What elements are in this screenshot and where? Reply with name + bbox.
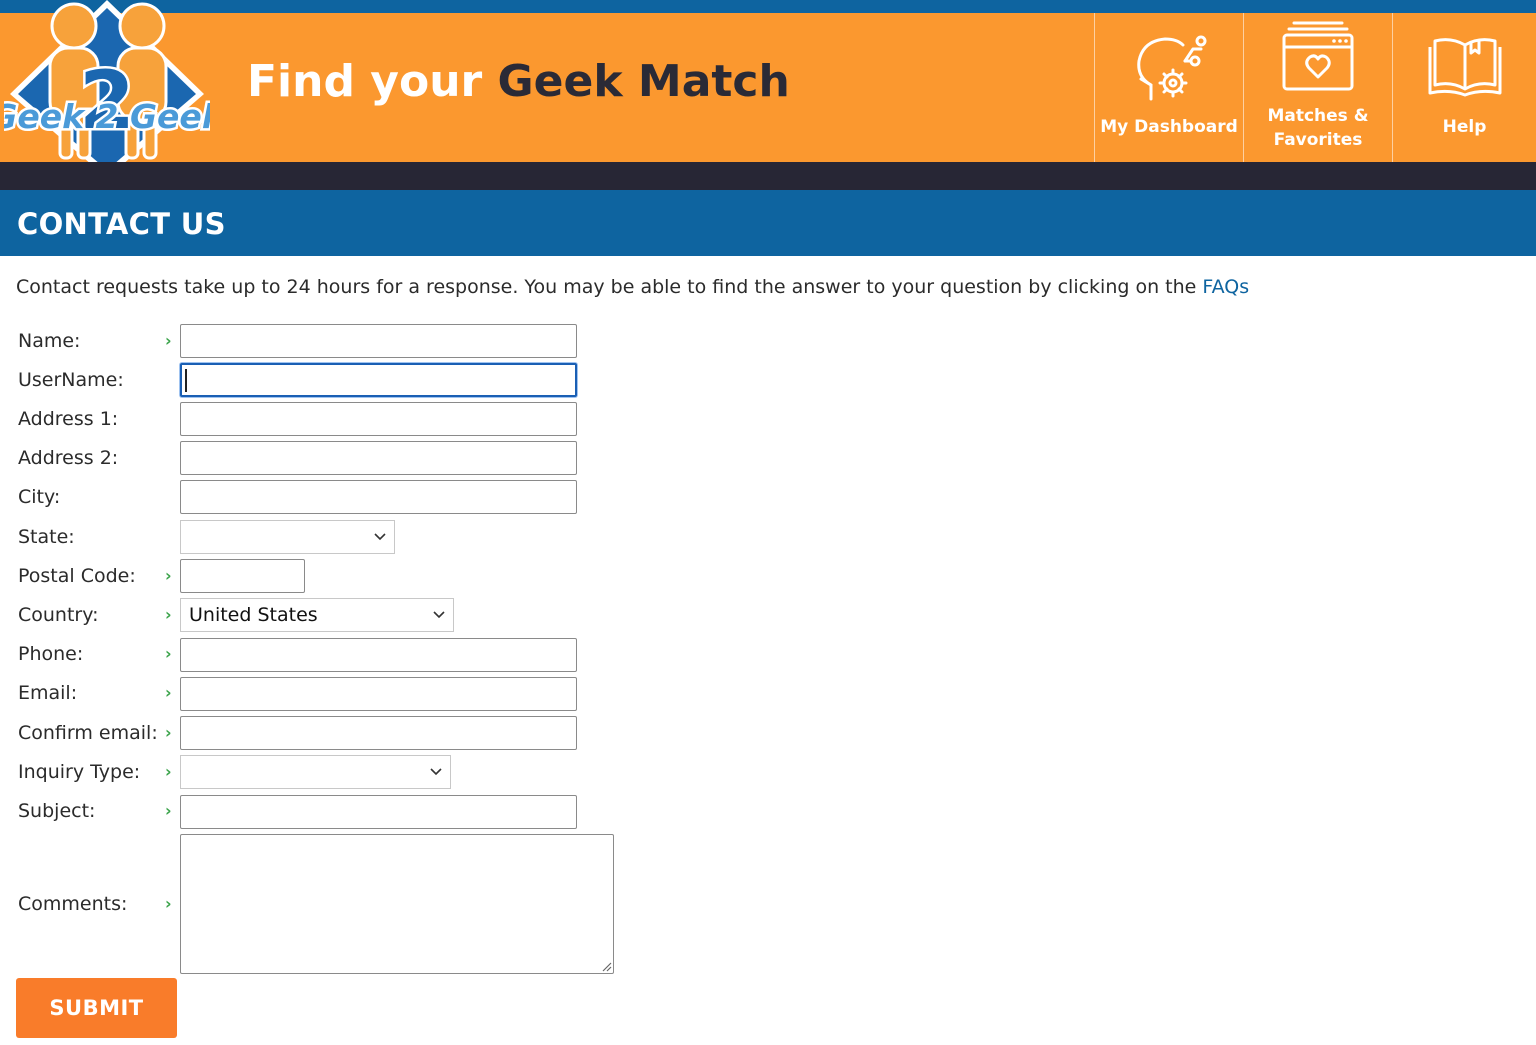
nav-matches-label-line-2: Favorites	[1273, 130, 1363, 150]
city-label: City:	[18, 486, 61, 508]
open-book-icon	[1428, 38, 1501, 97]
nav-help[interactable]: Help	[1392, 13, 1536, 162]
page-title-bar: CONTACT US	[0, 190, 1536, 256]
state-select[interactable]	[180, 520, 395, 554]
address1-label: Address 1:	[18, 408, 119, 430]
confirm-email-input[interactable]	[180, 716, 577, 750]
country-selected-value: United States	[189, 604, 318, 626]
dark-divider-bar	[0, 162, 1536, 190]
headline: Find your Geek Match	[247, 60, 790, 104]
page-title: CONTACT US	[17, 207, 226, 241]
country-select[interactable]: United States	[180, 598, 454, 632]
username-label: UserName:	[18, 369, 124, 391]
comments-textarea[interactable]	[180, 834, 614, 974]
nav-my-dashboard[interactable]: My Dashboard	[1094, 13, 1243, 162]
headline-part-1: Find your	[247, 56, 483, 107]
chevron-down-icon	[430, 768, 442, 776]
postal-code-input[interactable]	[180, 559, 305, 593]
required-marker: ›	[165, 762, 172, 781]
address2-input[interactable]	[180, 441, 577, 475]
subject-input[interactable]	[180, 795, 577, 829]
intro-body: Contact requests take up to 24 hours for…	[16, 276, 1203, 298]
postal-code-label: Postal Code:	[18, 565, 136, 587]
required-marker: ›	[165, 644, 172, 663]
geek2geek-logo[interactable]: 2 Geek 2 Geek	[4, 0, 210, 182]
top-accent-strip	[0, 0, 1536, 13]
nav-my-dashboard-label: My Dashboard	[1100, 117, 1238, 137]
text-cursor	[185, 369, 187, 392]
submit-button[interactable]: SUBMIT	[16, 978, 177, 1038]
required-marker: ›	[165, 894, 172, 913]
svg-text:Geek 2 Geek: Geek 2 Geek	[4, 97, 210, 136]
nav-help-label: Help	[1442, 117, 1487, 137]
name-label: Name:	[18, 330, 81, 352]
address2-label: Address 2:	[18, 447, 119, 469]
headline-part-2: Geek Match	[497, 56, 790, 107]
required-marker: ›	[165, 801, 172, 820]
city-input[interactable]	[180, 480, 577, 514]
nav-matches-favorites[interactable]: Matches & Favorites	[1243, 13, 1392, 162]
phone-input[interactable]	[180, 638, 577, 672]
intro-text: Contact requests take up to 24 hours for…	[16, 276, 1249, 298]
inquiry-type-label: Inquiry Type:	[18, 761, 141, 783]
required-marker: ›	[165, 331, 172, 350]
email-label: Email:	[18, 682, 78, 704]
comments-label: Comments:	[18, 893, 128, 915]
country-label: Country:	[18, 604, 99, 626]
phone-label: Phone:	[18, 643, 84, 665]
subject-label: Subject:	[18, 800, 96, 822]
username-input[interactable]	[180, 363, 577, 397]
required-marker: ›	[165, 683, 172, 702]
chevron-down-icon	[433, 611, 445, 619]
head-gear-icon	[1137, 35, 1207, 101]
resize-grip-icon[interactable]	[600, 960, 612, 972]
address1-input[interactable]	[180, 402, 577, 436]
name-input[interactable]	[180, 324, 577, 358]
confirm-email-label: Confirm email:	[18, 722, 158, 744]
required-marker: ›	[165, 723, 172, 742]
state-label: State:	[18, 526, 75, 548]
chevron-down-icon	[374, 533, 386, 541]
nav-matches-label-line-1: Matches &	[1267, 106, 1369, 126]
inquiry-type-select[interactable]	[180, 755, 451, 789]
email-input[interactable]	[180, 677, 577, 711]
required-marker: ›	[165, 605, 172, 624]
browser-heart-icon	[1282, 21, 1354, 91]
required-marker: ›	[165, 566, 172, 585]
faqs-link[interactable]: FAQs	[1202, 276, 1249, 298]
